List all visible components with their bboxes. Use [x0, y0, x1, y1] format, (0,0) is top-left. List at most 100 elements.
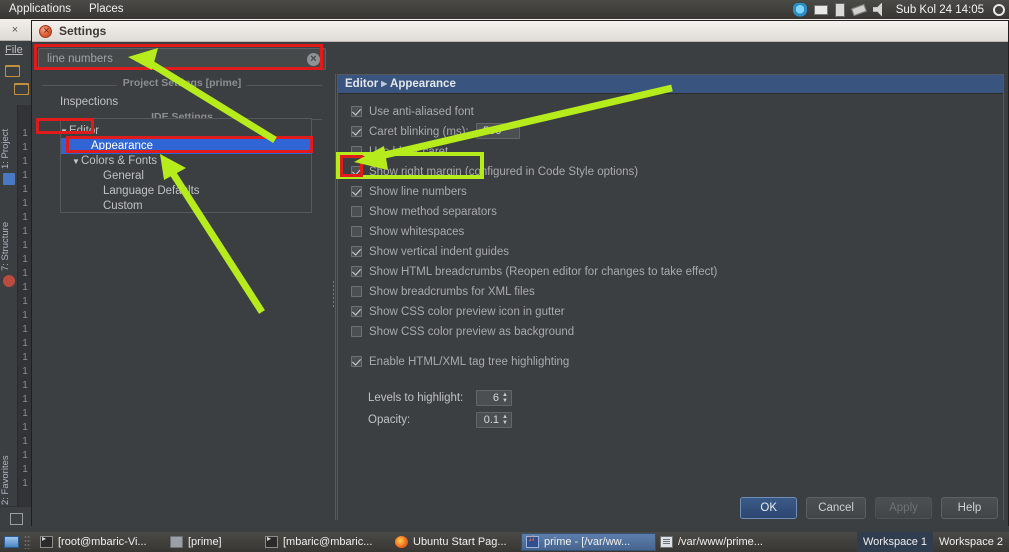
- gutter-line-number: 1: [22, 366, 28, 377]
- chevron-down-icon[interactable]: ▼: [72, 153, 81, 169]
- folder-icon[interactable]: [14, 83, 29, 95]
- checkbox-row-use-anti-aliased-font[interactable]: Use anti-aliased font: [351, 102, 474, 121]
- checkbox-row-enable-html-xml-tag-tree-highlighting[interactable]: Enable HTML/XML tag tree highlighting: [351, 352, 569, 371]
- statusbar-icon[interactable]: [10, 513, 23, 525]
- gutter-line-number: 1: [22, 324, 28, 335]
- eraser-icon[interactable]: [850, 3, 867, 16]
- search-input[interactable]: [39, 49, 325, 69]
- checkbox-row-show-line-numbers[interactable]: Show line numbers: [351, 182, 467, 201]
- menu-applications[interactable]: Applications: [0, 0, 80, 19]
- checkbox-label: Enable HTML/XML tag tree highlighting: [369, 355, 570, 368]
- panel-splitter[interactable]: [330, 74, 337, 520]
- levels-to-highlight-value: 6: [492, 392, 499, 404]
- folder-icon[interactable]: [5, 65, 20, 77]
- checkbox-label: Show CSS color preview icon in gutter: [369, 305, 565, 318]
- sidebar-item-project[interactable]: 1: Project: [0, 109, 18, 169]
- checkbox-icon[interactable]: [351, 146, 362, 157]
- gutter-line-number: 1: [22, 282, 28, 293]
- dialog-button-row: OK Cancel Apply Help: [740, 497, 998, 519]
- taskbar-item[interactable]: prime - [/var/ww...: [521, 533, 656, 551]
- gutter-line-number: 1: [22, 296, 28, 307]
- workspace-switcher-item[interactable]: Workspace 1: [857, 532, 933, 552]
- taskbar-item[interactable]: [prime]: [166, 533, 261, 551]
- checkbox-row-show-css-color-preview-as-background[interactable]: Show CSS color preview as background: [351, 322, 574, 341]
- opacity-spinner[interactable]: 0.1 ▲ ▼: [476, 412, 512, 428]
- taskbar-item-label: /var/www/prime...: [678, 536, 763, 548]
- ide-close-icon[interactable]: ×: [8, 23, 22, 37]
- checkbox-row-show-right-margin-configured-in-code-sty[interactable]: Show right margin (configured in Code St…: [351, 162, 638, 181]
- gear-icon[interactable]: [993, 3, 1005, 16]
- checkbox-label: Show HTML breadcrumbs (Reopen editor for…: [369, 265, 718, 278]
- cancel-button[interactable]: Cancel: [806, 497, 866, 519]
- search-field[interactable]: [38, 48, 326, 70]
- ide-menu-file[interactable]: File: [5, 44, 23, 56]
- levels-to-highlight-spinner[interactable]: 6 ▲ ▼: [476, 390, 512, 406]
- screen: × File p 1: Project 7: Structure 2: Favo…: [0, 0, 1009, 552]
- breadcrumb-child: Appearance: [390, 78, 456, 90]
- checkbox-label: Show right margin (configured in Code St…: [369, 165, 639, 178]
- checkbox-icon[interactable]: [351, 356, 362, 367]
- gutter-line-number: 1: [22, 268, 28, 279]
- mail-icon[interactable]: [813, 4, 828, 15]
- checkbox-icon[interactable]: [351, 266, 362, 277]
- checkbox-icon[interactable]: [351, 206, 362, 217]
- gutter-line-number: 1: [22, 450, 28, 461]
- checkbox-row-show-method-separators[interactable]: Show method separators: [351, 202, 497, 221]
- checkbox-row-show-breadcrumbs-for-xml-files[interactable]: Show breadcrumbs for XML files: [351, 282, 535, 301]
- checkbox-row-use-block-caret[interactable]: Use block caret: [351, 142, 448, 161]
- gutter-line-number: 1: [22, 226, 28, 237]
- checkbox-label: Show breadcrumbs for XML files: [369, 285, 535, 298]
- taskbar-item[interactable]: [root@mbaric-Vi...: [36, 533, 166, 551]
- sidebar-item-favorites[interactable]: 2: Favorites: [0, 435, 18, 505]
- volume-muted-icon[interactable]: [872, 2, 882, 17]
- taskbar-grip-icon[interactable]: [24, 535, 31, 549]
- clear-icon[interactable]: [307, 52, 320, 66]
- tree-item-appearance[interactable]: Appearance: [61, 138, 311, 154]
- close-icon[interactable]: [39, 24, 53, 39]
- gutter-line-number: 1: [22, 338, 28, 349]
- checkbox-icon[interactable]: [351, 166, 362, 177]
- taskbar-item[interactable]: /var/www/prime...: [656, 533, 781, 551]
- checkbox-icon[interactable]: [351, 306, 362, 317]
- opacity-value: 0.1: [483, 414, 499, 426]
- ok-button[interactable]: OK: [740, 497, 798, 519]
- checkbox-icon[interactable]: [351, 226, 362, 237]
- chevron-down-icon[interactable]: ▼: [60, 123, 69, 139]
- checkbox-row-show-html-breadcrumbs-reopen-editor-for[interactable]: Show HTML breadcrumbs (Reopen editor for…: [351, 262, 717, 281]
- checkbox-row-show-css-color-preview-icon-in-gutter[interactable]: Show CSS color preview icon in gutter: [351, 302, 565, 321]
- menu-places[interactable]: Places: [80, 0, 133, 19]
- checkbox-icon[interactable]: [351, 326, 362, 337]
- breadcrumb-parent: Editor: [345, 78, 379, 90]
- tree-item-inspections[interactable]: Inspections: [60, 96, 118, 108]
- taskbar-item-label: [mbaric@mbaric...: [283, 536, 373, 548]
- terminal-icon: [40, 534, 53, 548]
- clock[interactable]: Sub Kol 24 14:05: [894, 4, 986, 16]
- gutter-line-number: 1: [22, 142, 28, 153]
- gutter-line-number: 1: [22, 128, 28, 139]
- taskbar-item[interactable]: [mbaric@mbaric...: [261, 533, 391, 551]
- help-button[interactable]: Help: [941, 497, 998, 519]
- network-icon[interactable]: [792, 2, 807, 17]
- pane-breadcrumb: Editor ▸ Appearance: [338, 75, 1003, 94]
- gutter-line-number: 1: [22, 478, 28, 489]
- spinner-arrows-icon[interactable]: ▲ ▼: [500, 391, 510, 405]
- taskbar-item[interactable]: Ubuntu Start Pag...: [391, 533, 521, 551]
- sidebar-item-structure[interactable]: 7: Structure: [0, 197, 18, 271]
- checkbox-icon[interactable]: [351, 126, 362, 137]
- checkbox-icon[interactable]: [351, 186, 362, 197]
- tree-item-label: General: [103, 170, 144, 182]
- show-desktop-icon[interactable]: [4, 536, 19, 548]
- checkbox-row-show-whitespaces[interactable]: Show whitespaces: [351, 222, 464, 241]
- workspace-switcher-item[interactable]: Workspace 2: [933, 532, 1009, 552]
- checkbox-icon[interactable]: [351, 286, 362, 297]
- caret-blinking-field[interactable]: 500: [476, 123, 520, 139]
- checkbox-row-show-vertical-indent-guides[interactable]: Show vertical indent guides: [351, 242, 509, 261]
- spinner-arrows-icon[interactable]: ▲ ▼: [500, 413, 510, 427]
- gutter-line-number: 1: [22, 198, 28, 209]
- checkbox-icon[interactable]: [351, 106, 362, 117]
- checkbox-icon[interactable]: [351, 246, 362, 257]
- battery-icon[interactable]: [834, 2, 845, 17]
- terminal-icon: [265, 534, 278, 548]
- checkbox-label: Use anti-aliased font: [369, 105, 474, 118]
- checkbox-row-caret-blinking-ms[interactable]: Caret blinking (ms):: [351, 122, 469, 141]
